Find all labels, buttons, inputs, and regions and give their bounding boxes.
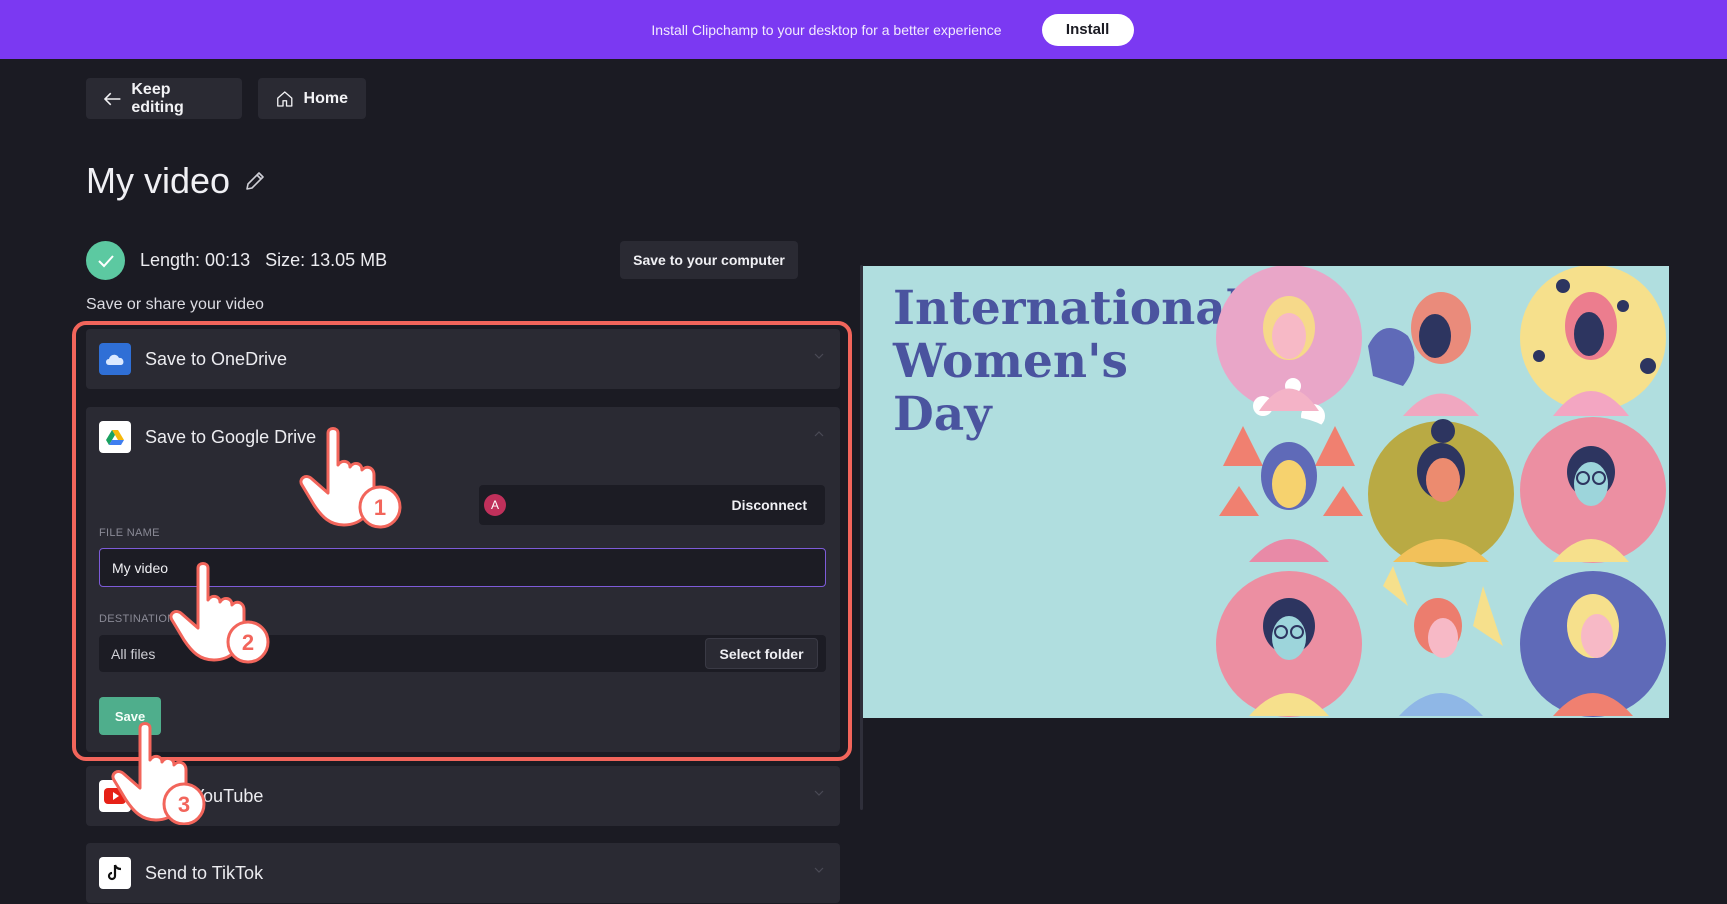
tiktok-label: Send to TikTok [145, 862, 264, 883]
step-2-hand-pointer: 2 [168, 560, 278, 670]
tiktok-row[interactable]: Send to TikTok [86, 843, 840, 903]
share-section-label: Save or share your video [86, 296, 264, 313]
save-to-computer-button[interactable]: Save to your computer [620, 241, 798, 279]
video-preview: International Women's Day [863, 266, 1669, 718]
women-illustration [1216, 266, 1666, 717]
video-meta: Length: 00:13 Size: 13.05 MB [86, 241, 387, 280]
video-length: Length: 00:13 [140, 250, 251, 270]
home-icon [277, 90, 293, 107]
banner-text: Install Clipchamp to your desktop for a … [651, 21, 1002, 38]
tiktok-icon [99, 857, 131, 889]
keep-editing-label: Keep editing [131, 80, 184, 116]
step-3-hand-pointer: 3 [110, 720, 220, 830]
step-2-number: 2 [242, 630, 254, 655]
chevron-down-icon[interactable] [814, 867, 824, 873]
home-label: Home [303, 89, 348, 107]
install-banner: Install Clipchamp to your desktop for a … [0, 0, 1727, 59]
chevron-down-icon[interactable] [814, 790, 824, 796]
video-title-text: My video [86, 160, 231, 201]
install-button[interactable]: Install [1041, 13, 1134, 46]
pencil-icon[interactable] [244, 170, 266, 192]
video-size: Size: 13.05 MB [265, 250, 388, 270]
video-title[interactable]: My video [86, 160, 266, 202]
home-button[interactable]: Home [258, 78, 366, 119]
arrow-left-icon [104, 92, 121, 105]
step-3-number: 3 [178, 792, 190, 817]
step-1-hand-pointer: 1 [298, 425, 408, 535]
highlight-frame [72, 321, 852, 761]
keep-editing-button[interactable]: Keep editing [86, 78, 242, 119]
step-1-number: 1 [374, 495, 386, 520]
check-icon [86, 241, 125, 280]
